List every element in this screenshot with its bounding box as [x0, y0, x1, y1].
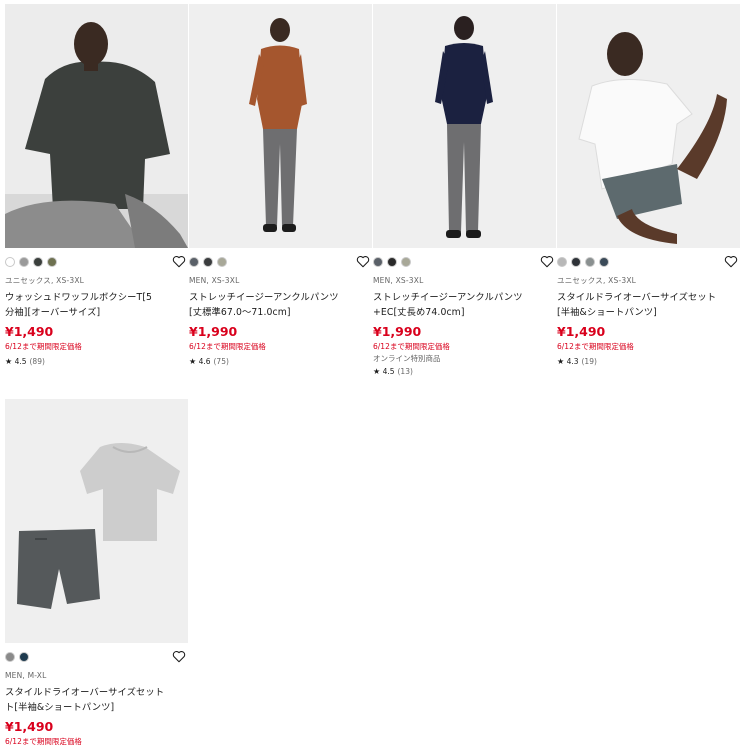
product-name-line: [丈標準67.0～71.0cm]: [189, 307, 291, 318]
star-icon: ★: [189, 357, 197, 366]
color-swatch[interactable]: [401, 256, 411, 267]
gender-size: ユニセックス, XS-3XL: [5, 276, 85, 285]
product-name-line: +EC[丈長め74.0cm]: [373, 307, 465, 318]
product-card[interactable]: MEN, M-XL スタイルドライオーバーサイズセット ト[半袖&ショートパンツ…: [5, 399, 188, 748]
color-swatches: [5, 650, 188, 663]
color-swatch[interactable]: [571, 256, 581, 267]
product-image[interactable]: [5, 4, 188, 248]
flatlay-dry-set-image: [5, 399, 188, 643]
color-swatch[interactable]: [189, 256, 199, 267]
product-name-line: ト[半袖&ショートパンツ]: [5, 702, 115, 713]
color-swatch[interactable]: [557, 256, 567, 267]
online-exclusive-note: オンライン特別商品: [373, 354, 441, 363]
color-swatches: [5, 255, 188, 268]
heart-outline-icon[interactable]: [356, 255, 370, 268]
color-swatch[interactable]: [19, 256, 29, 267]
heart-outline-icon[interactable]: [540, 255, 554, 268]
product-name[interactable]: ストレッチイージーアンクルパンツ [丈標準67.0～71.0cm]: [189, 290, 372, 320]
product-name-line: ストレッチイージーアンクルパンツ: [373, 292, 523, 303]
product-name[interactable]: ウォッシュドワッフルボクシーT[5 分袖][オーバーサイズ]: [5, 290, 188, 320]
heart-outline-icon[interactable]: [724, 255, 738, 268]
color-swatches: [189, 255, 372, 268]
model-wearing-dry-set-image: [557, 4, 740, 248]
product-image[interactable]: [557, 4, 740, 248]
color-swatch[interactable]: [5, 651, 15, 662]
product-name[interactable]: スタイルドライオーバーサイズセット ト[半袖&ショートパンツ]: [5, 685, 188, 715]
product-name-line: スタイルドライオーバーサイズセット: [557, 292, 717, 303]
color-swatch[interactable]: [33, 256, 43, 267]
product-card[interactable]: ユニセックス, XS-3XL ウォッシュドワッフルボクシーT[5 分袖][オーバ…: [5, 4, 188, 368]
star-icon: ★: [557, 357, 565, 366]
product-card[interactable]: MEN, XS-3XL ストレッチイージーアンクルパンツ +EC[丈長め74.0…: [373, 4, 556, 378]
limited-price-note: 6/12まで期間限定価格: [373, 342, 450, 351]
star-icon: ★: [373, 367, 381, 376]
model-wearing-waffle-tee-image: [5, 4, 188, 248]
price: ¥1,490: [5, 719, 54, 734]
product-name[interactable]: ストレッチイージーアンクルパンツ +EC[丈長め74.0cm]: [373, 290, 556, 320]
limited-price-note: 6/12まで期間限定価格: [557, 342, 634, 351]
limited-price-note: 6/12まで期間限定価格: [5, 342, 82, 351]
heart-outline-icon[interactable]: [172, 650, 186, 663]
rating: ★ 4.5 (13): [373, 367, 413, 376]
color-swatch[interactable]: [373, 256, 383, 267]
color-swatches: [557, 255, 740, 268]
product-name[interactable]: スタイルドライオーバーサイズセット [半袖&ショートパンツ]: [557, 290, 740, 320]
model-wearing-ankle-pants-ec-image: [373, 4, 556, 248]
rating: ★ 4.3 (19): [557, 357, 597, 366]
product-name-line: ストレッチイージーアンクルパンツ: [189, 292, 339, 303]
color-swatch[interactable]: [387, 256, 397, 267]
gender-size: MEN, M-XL: [5, 671, 47, 680]
product-card[interactable]: ユニセックス, XS-3XL スタイルドライオーバーサイズセット [半袖&ショー…: [557, 4, 740, 368]
product-image[interactable]: [5, 399, 188, 643]
price: ¥1,490: [557, 324, 606, 339]
color-swatches: [373, 255, 556, 268]
color-swatch[interactable]: [19, 651, 29, 662]
product-name-line: ウォッシュドワッフルボクシーT[5: [5, 292, 153, 303]
limited-price-note: 6/12まで期間限定価格: [5, 737, 82, 746]
gender-size: MEN, XS-3XL: [373, 276, 424, 285]
product-name-line: 分袖][オーバーサイズ]: [5, 307, 101, 318]
color-swatch[interactable]: [5, 256, 15, 267]
color-swatch[interactable]: [599, 256, 609, 267]
model-wearing-ankle-pants-image: [189, 4, 372, 248]
price: ¥1,490: [5, 324, 54, 339]
color-swatch[interactable]: [585, 256, 595, 267]
limited-price-note: 6/12まで期間限定価格: [189, 342, 266, 351]
heart-outline-icon[interactable]: [172, 255, 186, 268]
rating: ★ 4.6 (75): [189, 357, 229, 366]
price: ¥1,990: [373, 324, 422, 339]
product-image[interactable]: [373, 4, 556, 248]
product-name-line: [半袖&ショートパンツ]: [557, 307, 657, 318]
color-swatch[interactable]: [47, 256, 57, 267]
gender-size: ユニセックス, XS-3XL: [557, 276, 637, 285]
rating: ★ 4.5 (89): [5, 357, 45, 366]
product-name-line: スタイルドライオーバーサイズセット: [5, 687, 165, 698]
color-swatch[interactable]: [203, 256, 213, 267]
gender-size: MEN, XS-3XL: [189, 276, 240, 285]
color-swatch[interactable]: [217, 256, 227, 267]
star-icon: ★: [5, 357, 13, 366]
product-image[interactable]: [189, 4, 372, 248]
product-card[interactable]: MEN, XS-3XL ストレッチイージーアンクルパンツ [丈標準67.0～71…: [189, 4, 372, 368]
price: ¥1,990: [189, 324, 238, 339]
